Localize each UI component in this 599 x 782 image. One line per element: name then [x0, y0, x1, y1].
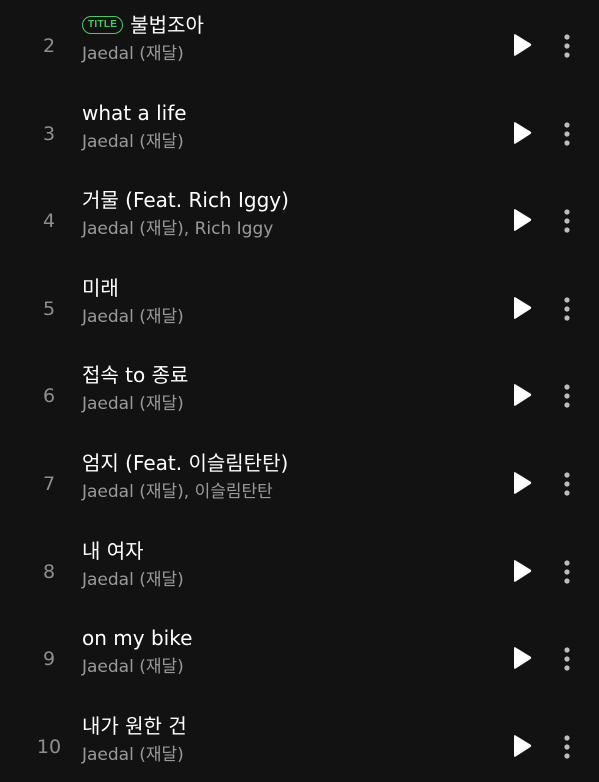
- track-title-label: 거물 (Feat. Rich Iggy): [82, 188, 289, 213]
- play-icon: [514, 34, 532, 56]
- more-vertical-icon: [564, 735, 570, 759]
- play-button[interactable]: [510, 733, 534, 759]
- play-button[interactable]: [510, 295, 534, 321]
- play-button[interactable]: [510, 645, 534, 671]
- track-artist: Jaedal (재달): [82, 657, 184, 678]
- track-info[interactable]: 거물 (Feat. Rich Iggy) Jaedal (재달), Rich Ig…: [82, 186, 479, 242]
- track-artist: Jaedal (재달): [82, 569, 184, 590]
- play-icon: [514, 384, 532, 407]
- more-options-button[interactable]: [556, 731, 578, 763]
- track-row[interactable]: 7 엄지 (Feat. 이슬림탄탄) Jaedal (재달), 이슬림탄탄: [0, 424, 599, 512]
- track-info[interactable]: 내가 원한 건 Jaedal (재달): [82, 712, 479, 768]
- play-icon: [514, 559, 532, 582]
- more-options-button[interactable]: [556, 643, 578, 675]
- track-info[interactable]: on my bike Jaedal (재달): [82, 624, 479, 680]
- track-title: what a life: [82, 99, 479, 127]
- track-title: 미래: [82, 274, 479, 302]
- play-icon: [514, 647, 532, 670]
- track-info[interactable]: 내 여자 Jaedal (재달): [82, 537, 479, 593]
- more-vertical-icon: [564, 34, 570, 58]
- track-artist: Jaedal (재달): [82, 306, 184, 327]
- more-vertical-icon: [564, 209, 570, 233]
- track-row[interactable]: 9 on my bike Jaedal (재달): [0, 599, 599, 687]
- track-title: 내 여자: [82, 537, 479, 565]
- more-options-button[interactable]: [556, 30, 578, 62]
- track-title-label: 미래: [82, 275, 119, 300]
- more-vertical-icon: [564, 121, 570, 146]
- track-row[interactable]: 8내 여자 Jaedal (재달): [0, 512, 599, 600]
- play-icon: [514, 296, 532, 319]
- play-button[interactable]: [510, 32, 534, 58]
- track-title: on my bike: [82, 624, 479, 652]
- track-info[interactable]: TITLE 불법조아 Jaedal (재달): [82, 11, 479, 67]
- more-options-button[interactable]: [556, 205, 578, 237]
- track-artist: Jaedal (재달): [82, 744, 184, 765]
- track-row[interactable]: 10 내가 원한 건 Jaedal (재달): [0, 687, 599, 775]
- play-button[interactable]: [510, 207, 534, 233]
- play-icon: [514, 472, 532, 494]
- more-vertical-icon: [564, 472, 570, 496]
- track-title-label: 접속 to 종료: [82, 363, 189, 388]
- more-options-button[interactable]: [556, 556, 578, 588]
- play-button[interactable]: [510, 382, 534, 408]
- track-title: 내가 원한 건: [82, 712, 479, 740]
- more-vertical-icon: [564, 384, 570, 408]
- more-options-button[interactable]: [556, 118, 578, 150]
- track-title-label: 엄지 (Feat. 이슬림탄탄): [82, 450, 289, 475]
- track-artist: Jaedal (재달): [82, 44, 184, 64]
- track-title: TITLE 불법조아: [82, 11, 479, 39]
- track-title-label: 내가 원한 건: [82, 713, 187, 738]
- play-button[interactable]: [510, 558, 534, 584]
- more-options-button[interactable]: [556, 468, 578, 500]
- track-row[interactable]: 5 미래 Jaedal (재달): [0, 249, 599, 337]
- track-row[interactable]: 2 TITLE 불법조아 Jaedal (재달): [0, 0, 599, 74]
- more-vertical-icon: [564, 297, 570, 321]
- track-artist: Jaedal (재달), Rich Iggy: [82, 219, 274, 240]
- track-row[interactable]: 4 거물 (Feat. Rich Iggy) Jaedal (재달), Rich I…: [0, 161, 599, 249]
- track-info[interactable]: 접속 to 종료 Jaedal (재달): [82, 361, 479, 417]
- track-artist: Jaedal (재달): [82, 394, 184, 415]
- track-row[interactable]: 6 접속 to 종료 Jaedal (재달): [0, 336, 599, 424]
- track-artist: Jaedal (재달): [82, 131, 184, 152]
- more-options-button[interactable]: [556, 293, 578, 325]
- track-info[interactable]: 엄지 (Feat. 이슬림탄탄) Jaedal (재달), 이슬림탄탄: [82, 449, 479, 505]
- track-title-label: on my bike: [82, 626, 193, 651]
- tracklist: 2 TITLE 불법조아 Jaedal (재달) 3 what a life Jaedal …: [0, 0, 599, 774]
- more-vertical-icon: [564, 647, 570, 671]
- play-icon: [514, 734, 532, 757]
- play-icon: [514, 209, 532, 232]
- track-title: 엄지 (Feat. 이슬림탄탄): [82, 449, 479, 477]
- track-artist: Jaedal (재달), 이슬림탄탄: [82, 481, 273, 502]
- play-button[interactable]: [510, 470, 534, 496]
- track-title-label: 불법조아: [130, 13, 204, 37]
- more-options-button[interactable]: [556, 380, 578, 412]
- track-row[interactable]: 3 what a life Jaedal (재달): [0, 74, 599, 162]
- more-vertical-icon: [564, 559, 570, 584]
- play-button[interactable]: [510, 120, 534, 146]
- title-badge: TITLE: [82, 16, 124, 34]
- track-title-label: what a life: [82, 100, 187, 125]
- play-icon: [514, 121, 532, 144]
- track-title: 거물 (Feat. Rich Iggy): [82, 186, 479, 214]
- track-info[interactable]: what a life Jaedal (재달): [82, 99, 479, 155]
- track-info[interactable]: 미래 Jaedal (재달): [82, 274, 479, 330]
- track-title: 접속 to 종료: [82, 361, 479, 389]
- track-title-label: 내 여자: [82, 538, 144, 563]
